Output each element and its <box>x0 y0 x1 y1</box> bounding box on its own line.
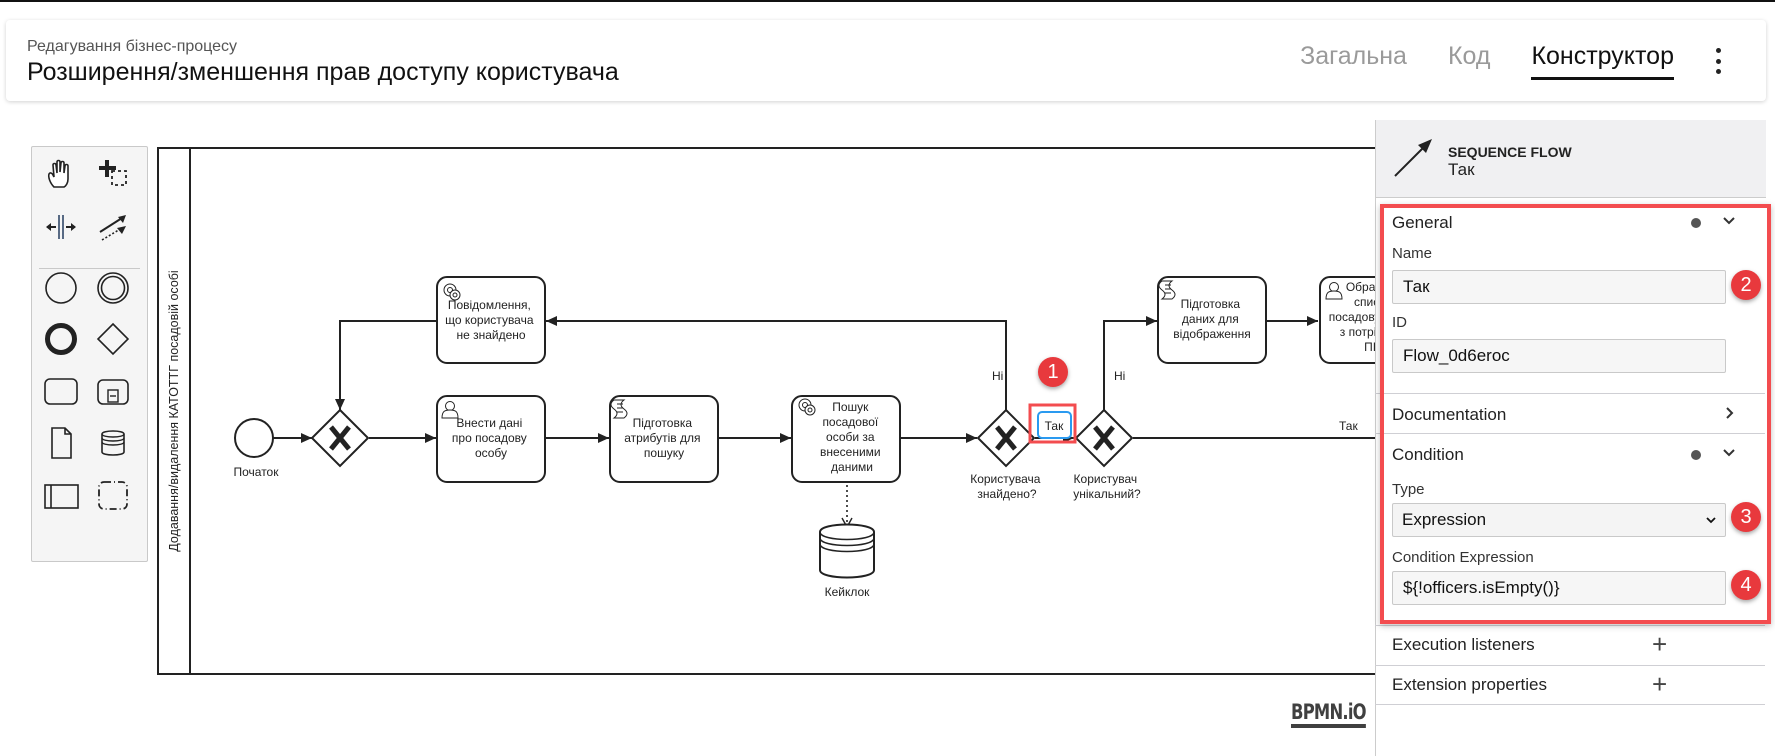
data-store-label: Кейклок <box>825 585 871 599</box>
separator <box>1375 704 1765 705</box>
lane-label: Додавання/видалення КАТОТТГ посадовій ос… <box>167 270 181 551</box>
svg-text:Користувач унікальний?: Користувач унікальний? <box>1073 472 1141 501</box>
page-header: Редагування бізнес-процесу Розширення/зм… <box>6 20 1766 101</box>
global-connect-tool[interactable] <box>93 207 133 247</box>
create-data-object[interactable] <box>41 423 81 463</box>
task-icon <box>44 378 78 405</box>
data-store-icon <box>101 430 125 456</box>
add-execution-listener-icon[interactable]: + <box>1652 631 1667 657</box>
annotation-badge-1: 1 <box>1038 357 1068 387</box>
connect-icon <box>99 215 126 241</box>
sequence-flow-icon <box>1394 139 1432 177</box>
pool-icon <box>44 484 79 509</box>
group-extension-properties-title: Extension properties <box>1392 675 1547 694</box>
more-vertical-icon[interactable] <box>1712 48 1724 74</box>
lasso-icon <box>99 160 127 186</box>
space-icon <box>46 215 76 239</box>
add-extension-property-icon[interactable]: + <box>1652 671 1667 697</box>
group-execution-listeners-title: Execution listeners <box>1392 635 1535 654</box>
create-end-event[interactable] <box>41 319 81 359</box>
create-subprocess[interactable] <box>93 371 133 411</box>
subprocess-icon <box>97 379 129 405</box>
gateway-icon <box>96 322 130 356</box>
start-event-icon <box>45 272 77 304</box>
tool-palette <box>31 146 148 562</box>
create-start-event[interactable] <box>41 268 81 308</box>
annotation-badge-2: 2 <box>1731 270 1761 300</box>
hand-tool[interactable] <box>41 154 81 194</box>
script-task-prepare-display[interactable]: Підготовка даних для відображення <box>1157 276 1267 364</box>
diagram-canvas[interactable]: Додавання/видалення КАТОТТГ посадовій ос… <box>0 100 1375 756</box>
element-type: SEQUENCE FLOW <box>1448 144 1572 160</box>
data-object-icon <box>51 427 72 459</box>
annotation-badge-3: 3 <box>1731 502 1761 532</box>
task-label: Повідомлення, <box>448 298 531 312</box>
create-data-store[interactable] <box>93 423 133 463</box>
intermediate-event-icon <box>97 272 129 304</box>
group-extension-properties-header[interactable]: Extension properties + <box>1375 665 1765 703</box>
end-event-icon <box>45 323 77 355</box>
flow-label-no-1: Ні <box>992 369 1003 383</box>
svg-text:Користувача знайдено?: Користувача знайдено? <box>970 472 1044 501</box>
group-icon <box>98 481 128 510</box>
create-group[interactable] <box>93 475 133 515</box>
svg-text:Повідомлення, що користу: Повідомлення, що користувача не знайдено <box>445 298 537 342</box>
bpmn-diagram[interactable]: Додавання/видалення КАТОТТГ посадовій ос… <box>0 100 1375 756</box>
create-gateway[interactable] <box>93 319 133 359</box>
page-subtitle: Редагування бізнес-процесу <box>27 38 238 55</box>
hand-icon <box>47 159 69 188</box>
lasso-tool[interactable] <box>93 154 133 194</box>
data-store-keycloak[interactable]: Кейклок <box>819 523 875 600</box>
element-name: Так <box>1448 160 1475 179</box>
user-task-enter-data[interactable]: Внести дані про посадову особу <box>436 395 546 483</box>
create-task[interactable] <box>41 371 81 411</box>
create-intermediate-event[interactable] <box>93 268 133 308</box>
user-task-choose-officer[interactable]: Обрати зі списку посадову особу з потріб… <box>1319 276 1375 364</box>
tab-bar: Загальна Код Конструктор <box>1300 42 1674 80</box>
group-execution-listeners-header[interactable]: Execution listeners + <box>1375 625 1765 663</box>
script-task-prepare-attrs[interactable]: Підготовка атрибутів для пошуку <box>609 395 719 483</box>
start-event-label: Початок <box>234 465 280 479</box>
service-task-notify[interactable]: Повідомлення, що користувача не знайдено <box>436 276 546 364</box>
flow-label-yes-2: Так <box>1339 419 1358 433</box>
tab-general[interactable]: Загальна <box>1300 42 1407 80</box>
annotation-highlight-box <box>1380 204 1771 624</box>
bpmn-io-logo[interactable]: BPMN.iO <box>1291 700 1367 728</box>
tab-code[interactable]: Код <box>1448 42 1491 80</box>
service-task-search[interactable]: Пошук посадової особи за внесеними даним… <box>791 395 901 483</box>
flow-label-yes-selected: Так <box>1045 419 1064 433</box>
tab-constructor[interactable]: Конструктор <box>1531 42 1674 80</box>
page-title: Розширення/зменшення прав доступу корист… <box>27 58 619 86</box>
flow-label-no-2: Ні <box>1114 369 1125 383</box>
space-tool[interactable] <box>41 207 81 247</box>
annotation-badge-4: 4 <box>1731 570 1761 600</box>
properties-panel-header: SEQUENCE FLOW Так <box>1376 120 1766 198</box>
top-border <box>0 0 1775 2</box>
create-pool[interactable] <box>41 475 81 515</box>
svg-text:Підготовка даних для: Підготовка даних для відображення <box>1173 297 1250 341</box>
